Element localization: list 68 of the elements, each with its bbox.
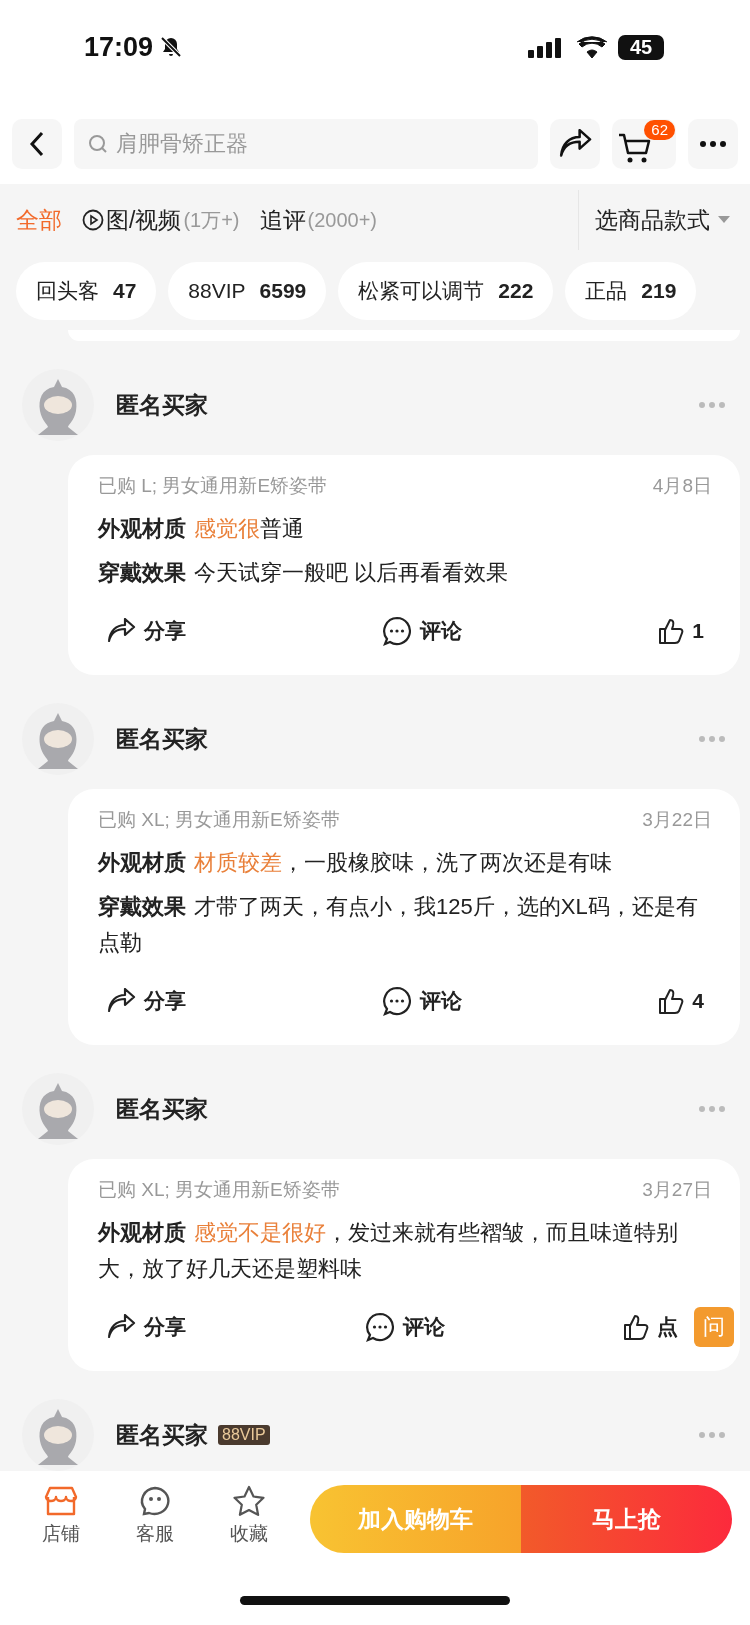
more-icon <box>698 1431 726 1439</box>
tag-chip[interactable]: 正品 219 <box>565 262 697 320</box>
review-text: 外观材质 材质较差，一股橡胶味，洗了两次还是有味 <box>98 849 613 877</box>
reviewer-name: 匿名买家 <box>116 390 208 420</box>
filter-tab[interactable]: 图/视频(1万+) <box>82 204 240 236</box>
tag-chip[interactable]: 松紧可以调节 222 <box>338 262 554 320</box>
bottom-nav-item[interactable]: 客服 <box>112 1485 198 1547</box>
review-date: 4月8日 <box>652 474 712 498</box>
comment-button[interactable]: 评论 <box>356 1312 453 1342</box>
share-button[interactable] <box>550 119 600 169</box>
wifi-icon <box>576 36 608 58</box>
cart-count-badge: 62 <box>644 120 675 140</box>
play-icon <box>82 209 104 231</box>
more-icon <box>698 1105 726 1113</box>
cart-icon <box>618 132 652 164</box>
comment-icon <box>364 1312 395 1342</box>
review-date: 3月22日 <box>642 808 712 832</box>
store-icon <box>44 1485 78 1517</box>
share-button[interactable]: 分享 <box>98 617 194 645</box>
reviewer-name: 匿名买家 <box>116 724 208 754</box>
purchase-variant: 已购 XL; 男女通用新E矫姿带 <box>98 808 340 832</box>
search-field[interactable]: 肩胛骨矫正器 <box>74 119 538 169</box>
reviewer-name: 匿名买家 <box>116 1094 208 1124</box>
reviewer-name: 匿名买家 <box>116 1420 208 1450</box>
purchase-variant: 已购 XL; 男女通用新E矫姿带 <box>98 1178 340 1202</box>
review-date: 3月27日 <box>642 1178 712 1202</box>
share-icon <box>106 618 136 644</box>
like-button[interactable]: 1 <box>650 617 712 645</box>
more-icon <box>699 140 727 148</box>
share-button[interactable]: 分享 <box>98 987 194 1015</box>
share-button[interactable]: 分享 <box>98 1313 194 1341</box>
bottom-nav-item[interactable]: 收藏 <box>206 1485 292 1547</box>
like-button[interactable]: 4 <box>650 987 712 1015</box>
more-icon <box>698 401 726 409</box>
filter-tab[interactable]: 追评(2000+) <box>259 204 377 236</box>
comment-icon <box>382 616 413 646</box>
tag-chip[interactable]: 88VIP 6599 <box>168 262 327 320</box>
share-icon <box>106 1314 136 1340</box>
comment-icon <box>382 986 413 1016</box>
buy-now-button[interactable]: 马上抢 <box>521 1485 732 1553</box>
style-picker[interactable]: 选商品款式 <box>578 190 750 250</box>
comment-button[interactable]: 评论 <box>374 616 471 646</box>
purchase-variant: 已购 L; 男女通用新E矫姿带 <box>98 474 328 498</box>
share-icon <box>557 129 593 159</box>
chat-bot-icon <box>138 1485 172 1517</box>
review-text: 外观材质 感觉不是很好，发过来就有些褶皱，而且味道特别大，放了好几天还是塑料味 <box>98 1219 679 1283</box>
tag-chip[interactable]: 回头客 47 <box>16 262 157 320</box>
status-time: 17:09 <box>84 31 154 63</box>
review-text: 穿戴效果 今天试穿一般吧 以后再看看效果 <box>98 559 510 587</box>
more-icon <box>698 735 726 743</box>
caret-icon <box>718 216 730 224</box>
star-icon <box>232 1485 266 1517</box>
share-icon <box>106 988 136 1014</box>
review-text: 穿戴效果 才带了两天，有点小，我125斤，选的XL码，还是有点勒 <box>98 893 699 957</box>
more-button[interactable] <box>688 119 738 169</box>
back-button[interactable] <box>12 119 62 169</box>
review-text: 外观材质 感觉很普通 <box>98 515 305 543</box>
vip-badge: 88VIP <box>218 1425 270 1445</box>
thumbs-up-icon <box>658 987 685 1015</box>
back-icon <box>29 131 45 157</box>
battery-level: 45 <box>618 34 664 60</box>
thumbs-up-icon <box>658 617 685 645</box>
like-button[interactable]: 点 <box>615 1313 686 1341</box>
search-icon <box>88 134 108 154</box>
bottom-nav-item[interactable]: 店铺 <box>18 1485 104 1547</box>
comment-button[interactable]: 评论 <box>374 986 471 1016</box>
bell-off-icon <box>159 35 184 59</box>
thumbs-up-icon <box>623 1313 649 1341</box>
